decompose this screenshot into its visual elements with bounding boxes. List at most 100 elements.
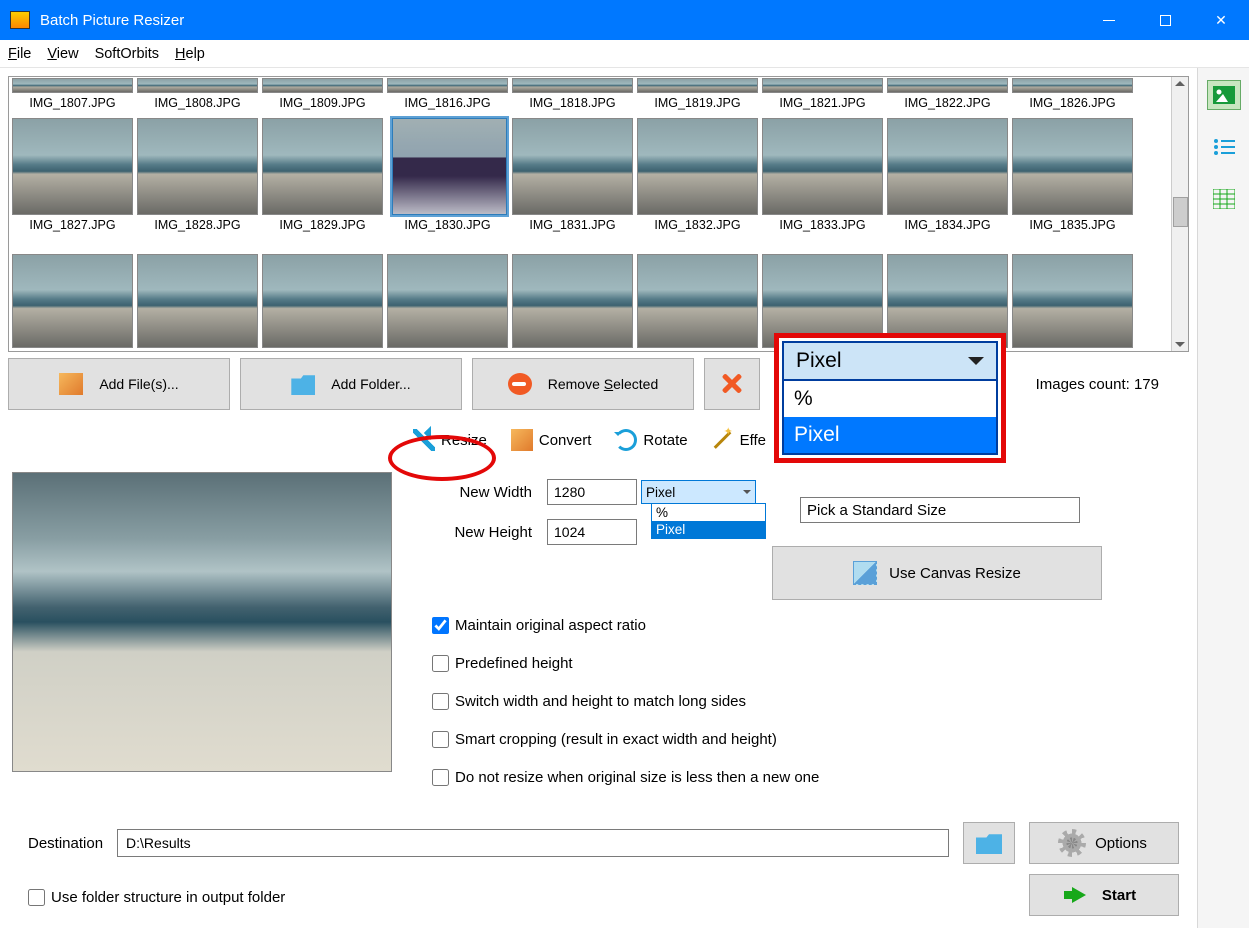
no-resize-checkbox[interactable] xyxy=(432,769,449,786)
big-dropdown-opt-pixel[interactable]: Pixel xyxy=(784,417,996,453)
thumbnail-cell[interactable]: IMG_1821.JPG xyxy=(760,78,885,118)
add-folder-button[interactable]: Add Folder... xyxy=(240,358,462,410)
big-dropdown-opt-percent[interactable]: % xyxy=(784,381,996,417)
switch-wh-checkbox[interactable] xyxy=(432,693,449,710)
thumbnail-image xyxy=(512,78,633,93)
thumbnail-image xyxy=(512,254,633,348)
view-list-button[interactable] xyxy=(1207,132,1241,162)
destination-label: Destination xyxy=(28,835,103,852)
action-toolbar: Add File(s)... Add Folder... Remove Sele… xyxy=(8,358,1189,410)
menu-file[interactable]: File xyxy=(8,46,31,62)
unit-opt-pixel[interactable]: Pixel xyxy=(652,521,765,538)
thumbnail-cell[interactable]: IMG_1818.JPG xyxy=(510,78,635,118)
thumbnails-icon xyxy=(1213,86,1235,104)
preview-image xyxy=(12,472,392,772)
tab-effects[interactable]: Effe xyxy=(702,423,776,457)
thumbnail-cell[interactable]: IMG_1832.JPG xyxy=(635,118,760,254)
width-unit-select[interactable]: Pixel xyxy=(641,480,756,504)
thumbnail-image xyxy=(137,254,258,348)
thumbnail-image xyxy=(12,78,133,93)
standard-size-select[interactable]: Pick a Standard Size xyxy=(800,497,1080,523)
tab-resize[interactable]: Resize xyxy=(403,423,497,457)
new-width-input[interactable] xyxy=(547,479,637,505)
gallery-scrollbar[interactable] xyxy=(1171,77,1188,351)
menu-view[interactable]: View xyxy=(47,46,78,62)
thumbnail-cell[interactable] xyxy=(635,254,760,351)
thumbnail-filename: IMG_1827.JPG xyxy=(29,218,115,232)
remove-all-button[interactable] xyxy=(704,358,760,410)
aspect-ratio-checkbox[interactable] xyxy=(432,617,449,634)
options-button[interactable]: Options xyxy=(1029,822,1179,864)
thumbnail-cell[interactable]: IMG_1826.JPG xyxy=(1010,78,1135,118)
thumbnail-image xyxy=(637,254,758,348)
start-label: Start xyxy=(1102,887,1136,904)
unit-opt-percent[interactable]: % xyxy=(652,504,765,521)
thumbnail-cell[interactable]: IMG_1809.JPG xyxy=(260,78,385,118)
thumbnail-cell[interactable] xyxy=(510,254,635,351)
width-unit-value: Pixel xyxy=(646,485,675,500)
thumbnail-cell[interactable]: IMG_1829.JPG xyxy=(260,118,385,254)
new-width-label: New Width xyxy=(432,484,532,501)
thumbnail-filename: IMG_1819.JPG xyxy=(654,96,740,110)
list-icon xyxy=(1213,138,1235,156)
new-height-input[interactable] xyxy=(547,519,637,545)
thumbnail-cell[interactable]: IMG_1816.JPG xyxy=(385,78,510,118)
thumbnail-cell[interactable] xyxy=(10,254,135,351)
add-files-label: Add File(s)... xyxy=(99,376,178,392)
thumbnail-cell[interactable]: IMG_1831.JPG xyxy=(510,118,635,254)
thumbnail-image xyxy=(12,118,133,215)
smart-crop-checkbox[interactable] xyxy=(432,731,449,748)
view-thumbnails-button[interactable] xyxy=(1207,80,1241,110)
thumbnail-image xyxy=(1012,118,1133,215)
thumbnail-image xyxy=(637,118,758,215)
width-unit-dropdown[interactable]: % Pixel xyxy=(651,503,766,539)
new-height-label: New Height xyxy=(432,524,532,541)
thumbnail-cell[interactable]: IMG_1835.JPG xyxy=(1010,118,1135,254)
thumbnail-image xyxy=(637,78,758,93)
use-canvas-resize-button[interactable]: Use Canvas Resize xyxy=(772,546,1102,600)
thumbnail-image xyxy=(137,118,258,215)
thumbnail-cell[interactable] xyxy=(385,254,510,351)
thumbnail-cell[interactable]: IMG_1834.JPG xyxy=(885,118,1010,254)
thumbnail-cell[interactable]: IMG_1833.JPG xyxy=(760,118,885,254)
rotate-icon xyxy=(615,429,637,451)
thumbnail-image xyxy=(392,118,507,215)
minimize-button[interactable] xyxy=(1081,0,1137,40)
start-button[interactable]: Start xyxy=(1029,874,1179,916)
thumbnail-filename: IMG_1808.JPG xyxy=(154,96,240,110)
menu-help[interactable]: Help xyxy=(175,46,205,62)
menu-softorbits[interactable]: SoftOrbits xyxy=(95,46,159,62)
tab-convert[interactable]: Convert xyxy=(501,423,602,457)
tab-resize-label: Resize xyxy=(441,432,487,449)
big-dropdown-select[interactable]: Pixel xyxy=(782,341,998,381)
remove-selected-button[interactable]: Remove Selected xyxy=(472,358,694,410)
destination-path-select[interactable]: D:\Results xyxy=(117,829,949,857)
thumbnail-cell[interactable]: IMG_1808.JPG xyxy=(135,78,260,118)
close-button[interactable] xyxy=(1193,0,1249,40)
effects-icon xyxy=(712,429,734,451)
thumbnail-cell[interactable] xyxy=(1010,254,1135,351)
thumbnail-cell[interactable] xyxy=(135,254,260,351)
browse-destination-button[interactable] xyxy=(963,822,1015,864)
tab-rotate[interactable]: Rotate xyxy=(605,423,697,457)
maximize-button[interactable] xyxy=(1137,0,1193,40)
thumbnail-image xyxy=(512,118,633,215)
folder-icon xyxy=(291,373,315,395)
thumbnail-image xyxy=(1012,78,1133,93)
thumbnail-cell[interactable]: IMG_1827.JPG xyxy=(10,118,135,254)
use-folder-structure-checkbox[interactable] xyxy=(28,889,45,906)
thumbnail-cell[interactable]: IMG_1830.JPG xyxy=(385,118,510,254)
thumbnail-cell[interactable]: IMG_1828.JPG xyxy=(135,118,260,254)
view-details-button[interactable] xyxy=(1207,184,1241,214)
thumbnail-cell[interactable]: IMG_1819.JPG xyxy=(635,78,760,118)
thumbnail-filename: IMG_1834.JPG xyxy=(904,218,990,232)
thumbnail-cell[interactable] xyxy=(260,254,385,351)
view-mode-sidebar xyxy=(1197,68,1249,928)
thumbnail-filename: IMG_1822.JPG xyxy=(904,96,990,110)
thumbnail-filename: IMG_1809.JPG xyxy=(279,96,365,110)
thumbnail-cell[interactable]: IMG_1822.JPG xyxy=(885,78,1010,118)
add-files-button[interactable]: Add File(s)... xyxy=(8,358,230,410)
predefined-height-checkbox[interactable] xyxy=(432,655,449,672)
thumbnail-cell[interactable]: IMG_1807.JPG xyxy=(10,78,135,118)
thumbnail-filename: IMG_1816.JPG xyxy=(404,96,490,110)
